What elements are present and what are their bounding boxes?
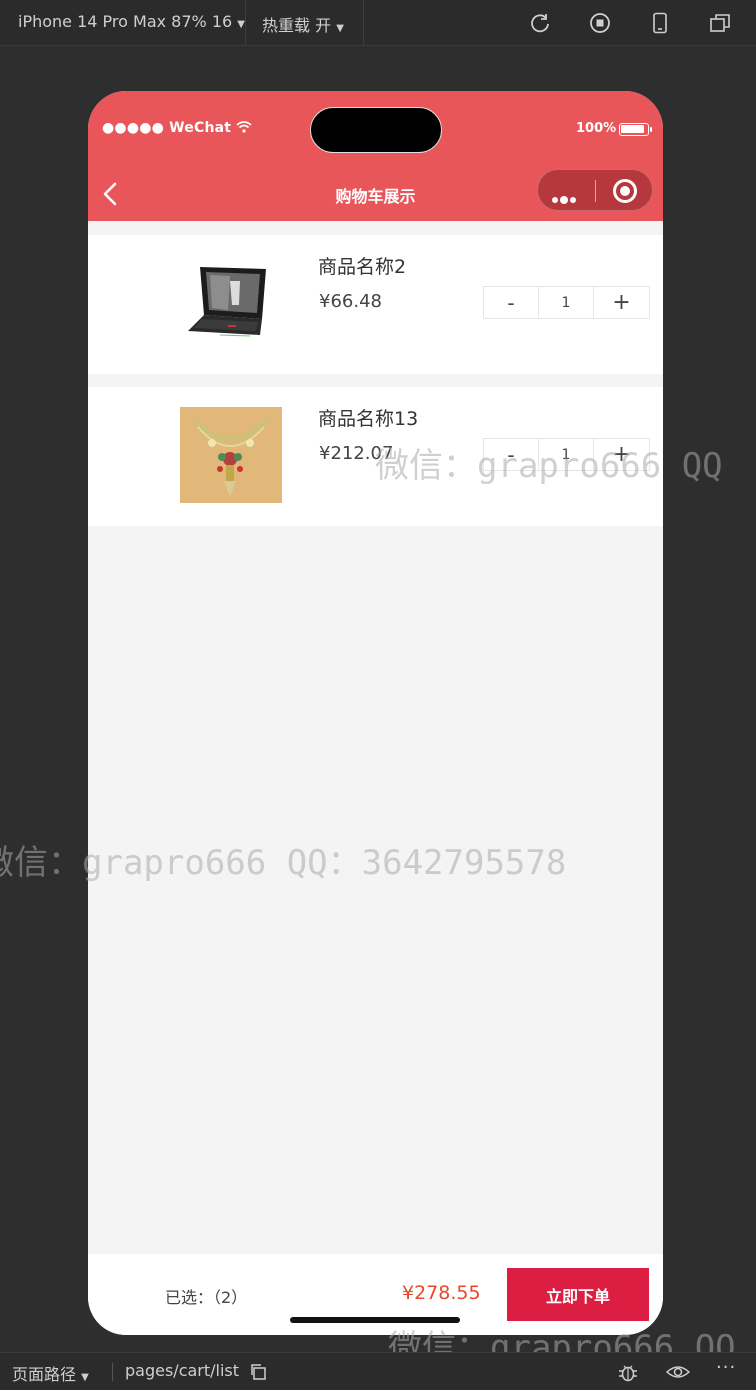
path-divider bbox=[112, 1363, 113, 1381]
decrease-button[interactable]: - bbox=[484, 287, 539, 318]
increase-button[interactable]: + bbox=[594, 439, 649, 470]
quantity-stepper: - 1 + bbox=[483, 438, 650, 471]
carrier-label: ●●●●● WeChat bbox=[102, 120, 252, 136]
decrease-button[interactable]: - bbox=[484, 439, 539, 470]
toolbar-divider bbox=[363, 0, 364, 46]
carrier-text: ●●●●● WeChat bbox=[102, 120, 232, 136]
status-bar: ●●●●● WeChat 100% bbox=[88, 91, 663, 163]
wifi-icon bbox=[236, 121, 252, 133]
phone-simulator: ●●●●● WeChat 100% 购物车展示 商品名称2 ¥66.48 - 1… bbox=[88, 91, 663, 1335]
page-path-selector[interactable]: 页面路径 ▼ bbox=[12, 1361, 89, 1385]
page-path-bar: 页面路径 ▼ pages/cart/list ··· bbox=[0, 1352, 756, 1390]
cart-item[interactable]: 商品名称2 ¥66.48 - 1 + bbox=[88, 235, 663, 374]
product-name: 商品名称13 bbox=[318, 408, 419, 430]
window-icon[interactable] bbox=[709, 12, 731, 34]
page-path-label: 页面路径 bbox=[12, 1365, 77, 1384]
dynamic-island bbox=[310, 107, 442, 153]
eye-icon[interactable] bbox=[665, 1361, 691, 1383]
simulator-toolbar: iPhone 14 Pro Max 87% 16 ▼ 热重载 开 ▼ bbox=[0, 0, 756, 46]
device-selector[interactable]: iPhone 14 Pro Max 87% 16 ▼ bbox=[18, 12, 245, 31]
stop-icon[interactable] bbox=[589, 12, 611, 34]
total-price: ¥278.55 bbox=[402, 1282, 481, 1304]
cart-item[interactable]: 商品名称13 ¥212.07 - 1 + bbox=[88, 387, 663, 526]
phone-icon[interactable] bbox=[649, 12, 671, 34]
refresh-icon[interactable] bbox=[529, 12, 551, 34]
product-image-laptop bbox=[180, 255, 282, 351]
quantity-stepper: - 1 + bbox=[483, 286, 650, 319]
battery-icon bbox=[619, 123, 652, 136]
device-label: iPhone 14 Pro Max 87% 16 bbox=[18, 12, 233, 31]
product-image-necklace bbox=[180, 407, 282, 503]
home-indicator bbox=[290, 1317, 460, 1323]
caret-down-icon: ▼ bbox=[81, 1372, 89, 1383]
quantity-value[interactable]: 1 bbox=[539, 287, 594, 318]
page-path: pages/cart/list bbox=[125, 1361, 240, 1380]
product-price: ¥212.07 bbox=[319, 443, 394, 464]
selected-count: 已选：（2） bbox=[165, 1288, 248, 1307]
bug-icon[interactable] bbox=[617, 1361, 639, 1383]
capsule-divider bbox=[595, 180, 596, 202]
caret-down-icon: ▼ bbox=[237, 19, 245, 30]
toolbar-divider bbox=[245, 0, 246, 46]
more-icon[interactable] bbox=[552, 188, 578, 207]
miniprogram-capsule bbox=[537, 169, 653, 211]
product-name: 商品名称2 bbox=[318, 256, 407, 278]
caret-down-icon: ▼ bbox=[336, 23, 344, 34]
more-options-icon[interactable]: ··· bbox=[716, 1357, 736, 1378]
close-miniprogram-icon[interactable] bbox=[613, 179, 637, 203]
quantity-value[interactable]: 1 bbox=[539, 439, 594, 470]
hot-reload-toggle[interactable]: 热重载 开 ▼ bbox=[262, 12, 344, 36]
increase-button[interactable]: + bbox=[594, 287, 649, 318]
copy-icon[interactable] bbox=[249, 1363, 267, 1381]
product-price: ¥66.48 bbox=[319, 291, 382, 312]
battery-percent: 100% bbox=[576, 121, 617, 136]
hot-reload-label: 热重载 开 bbox=[262, 16, 332, 35]
place-order-button[interactable]: 立即下单 bbox=[507, 1268, 649, 1321]
